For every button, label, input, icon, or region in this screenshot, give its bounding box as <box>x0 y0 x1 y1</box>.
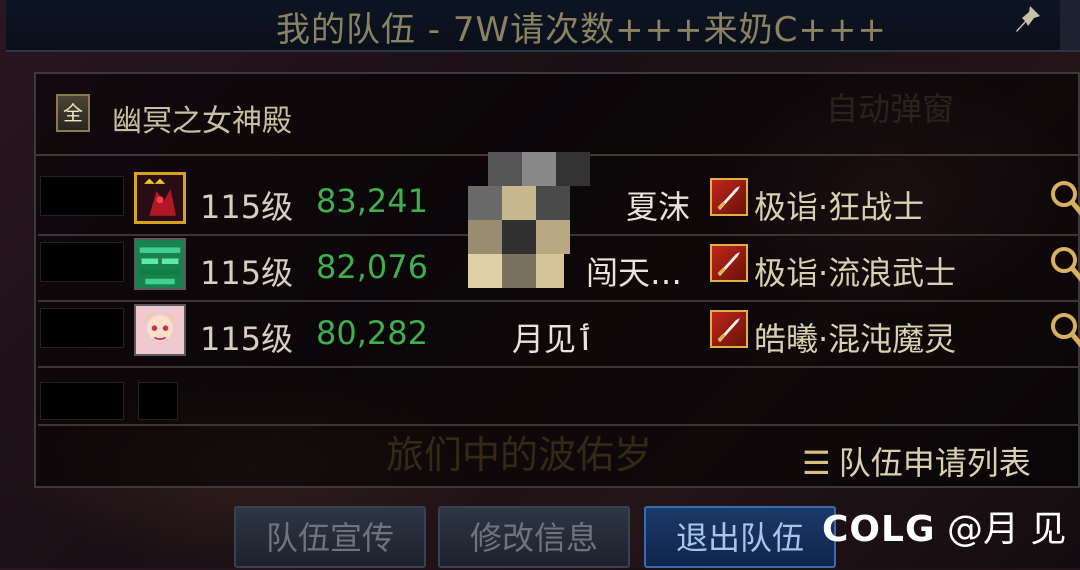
watermark: COLG @月 见 <box>822 500 1066 552</box>
avatar-slot-box <box>138 382 178 420</box>
member-name[interactable]: 月见ٲ <box>512 314 595 360</box>
search-icon[interactable] <box>1048 310 1080 350</box>
list-icon: ☰ <box>802 444 831 482</box>
team-promote-button[interactable]: 队伍宣传 <box>234 506 426 568</box>
berserker-avatar <box>134 172 186 224</box>
member-slot-box <box>40 176 124 216</box>
window-title: 我的队伍 - 7W请次数+++来奶C+++ <box>276 10 887 50</box>
chaos-avatar <box>134 304 186 356</box>
censored-region <box>468 152 590 288</box>
title-corner <box>1060 0 1080 50</box>
member-class: 极诣·狂战士 <box>754 188 925 226</box>
apply-list-label: 队伍申请列表 <box>838 444 1031 482</box>
edit-info-button[interactable]: 修改信息 <box>438 506 630 568</box>
vagabond-avatar <box>134 238 186 290</box>
member-name[interactable]: 夏沫 <box>626 182 690 228</box>
member-slot-box <box>40 308 124 348</box>
team-application-list-button[interactable]: ☰ 队伍申请列表 <box>802 438 1031 484</box>
empty-member-slot <box>38 378 1080 426</box>
search-icon[interactable] <box>1048 178 1080 218</box>
auto-popup-label[interactable]: 自动弹窗 <box>826 84 954 130</box>
sword-icon <box>710 178 748 216</box>
member-slot-box <box>40 382 124 420</box>
search-icon[interactable] <box>1048 244 1080 284</box>
member-level: 115级 <box>200 320 294 358</box>
member-name[interactable]: 闯天… <box>586 248 682 294</box>
member-score: 82,076 <box>316 248 428 286</box>
filter-all-icon[interactable]: 全 <box>56 94 90 132</box>
member-score: 80,282 <box>316 314 428 352</box>
pin-icon[interactable] <box>1014 4 1042 36</box>
member-class: 极诣·流浪武士 <box>754 254 957 292</box>
member-level: 115级 <box>200 188 294 226</box>
background-caption: 旅们中的波佑岁 <box>386 433 653 477</box>
leave-team-button[interactable]: 退出队伍 <box>644 506 836 568</box>
panel-header: 全 幽冥之女神殿 自动弹窗 <box>36 74 1078 156</box>
sword-icon <box>710 244 748 282</box>
member-level: 115级 <box>200 254 294 292</box>
member-row[interactable]: 115级 80,282 月见ٲ 皓曦·混沌魔灵 <box>38 304 1080 368</box>
member-score: 83,241 <box>316 182 428 220</box>
dungeon-name: 幽冥之女神殿 <box>112 104 292 139</box>
sword-icon <box>710 310 748 348</box>
watermark-handle: @月 见 <box>946 509 1067 550</box>
member-slot-box <box>40 242 124 282</box>
watermark-brand: COLG <box>822 509 936 550</box>
window-title-bar[interactable]: 我的队伍 - 7W请次数+++来奶C+++ <box>6 0 1080 52</box>
member-class: 皓曦·混沌魔灵 <box>754 320 957 358</box>
